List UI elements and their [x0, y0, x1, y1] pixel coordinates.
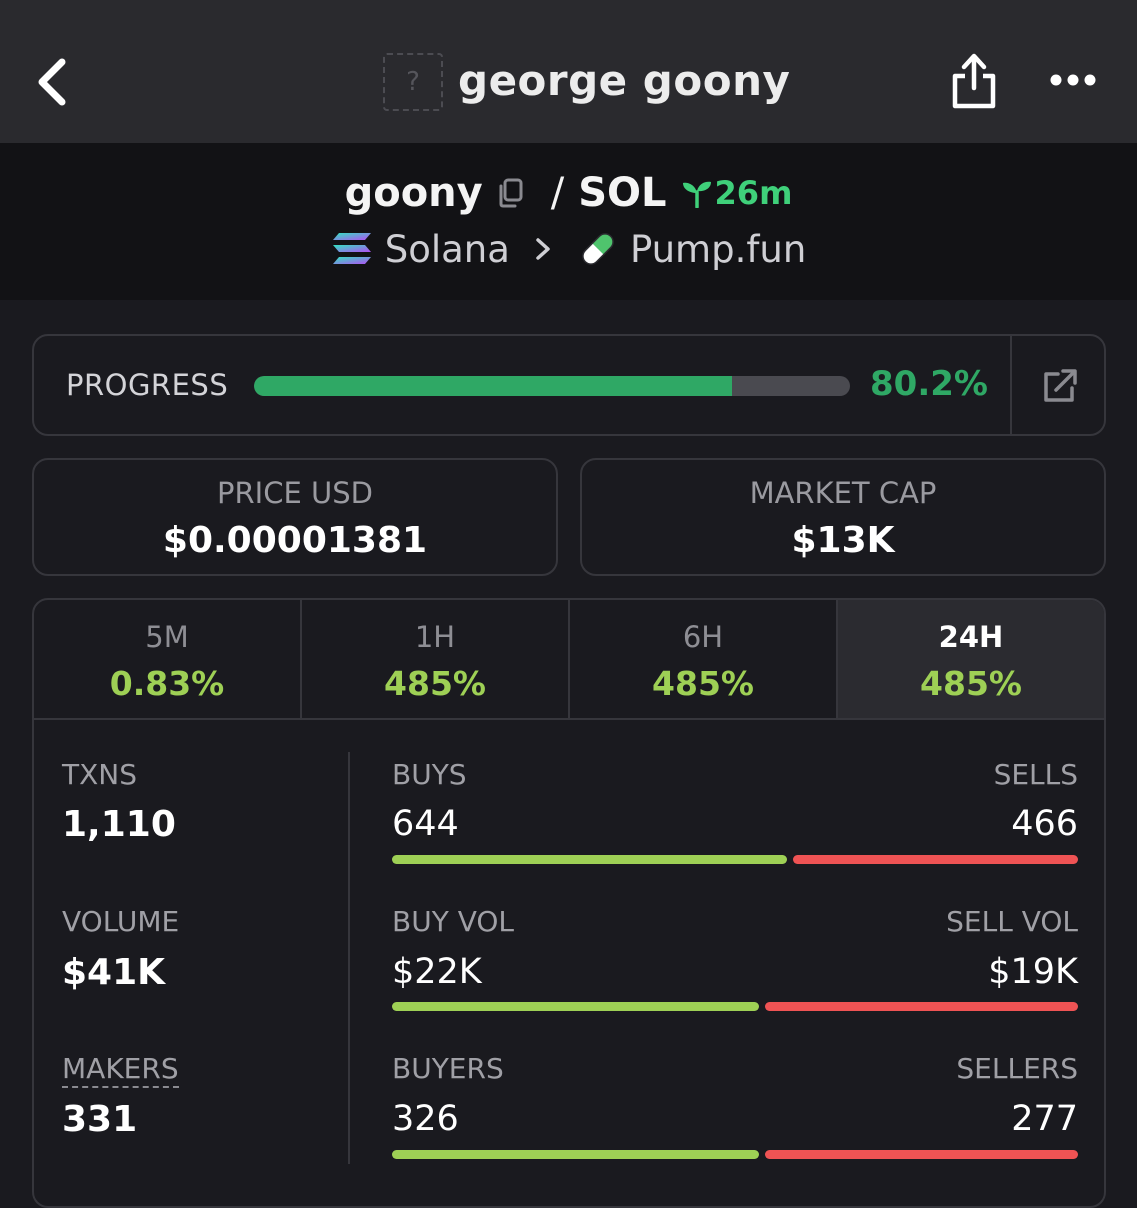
sells-label: SELLS — [993, 758, 1078, 791]
pair-age: 26m — [714, 174, 793, 212]
divider — [1010, 336, 1012, 436]
sells-bar — [793, 855, 1078, 864]
market-cap-label: MARKET CAP — [749, 476, 937, 510]
buyers-bar — [392, 1150, 759, 1159]
volume-label: VOLUME — [62, 905, 180, 938]
quote-symbol: SOL — [578, 170, 667, 216]
sells-value: 466 — [1011, 804, 1078, 844]
ellipsis-icon — [1050, 74, 1096, 86]
buy-vol-value: $22K — [392, 952, 482, 992]
tab-24h[interactable]: 24H 485% — [838, 600, 1104, 718]
txns-value: 1,110 — [62, 804, 176, 845]
pair-header — [0, 143, 1137, 300]
tab-6h[interactable]: 6H 485% — [570, 600, 838, 718]
price-value: $0.00001381 — [162, 520, 428, 561]
token-thumbnail: ? — [383, 53, 443, 111]
buys-bar — [392, 855, 787, 864]
makers-value: 331 — [62, 1099, 138, 1140]
progress-label: PROGRESS — [66, 368, 229, 402]
share-button[interactable] — [945, 50, 1003, 112]
tab-label: 1H — [414, 620, 456, 654]
open-external-button[interactable] — [1038, 366, 1082, 406]
price-card: PRICE USD $0.00001381 — [32, 458, 558, 576]
txns-label: TXNS — [62, 758, 138, 791]
sprout-icon — [682, 181, 711, 208]
makers-label-text: MAKERS — [62, 1052, 179, 1088]
market-cap-value: $13K — [791, 520, 895, 561]
buyers-label: BUYERS — [392, 1052, 504, 1085]
thumbnail-placeholder: ? — [406, 67, 420, 97]
tab-label: 6H — [682, 620, 724, 654]
progress-percent: 80.2% — [870, 364, 988, 404]
tab-5m[interactable]: 5M 0.83% — [34, 600, 302, 718]
tab-1h[interactable]: 1H 485% — [302, 600, 570, 718]
external-link-icon — [1044, 369, 1077, 402]
chevron-left-icon — [38, 58, 66, 106]
sellers-label: SELLERS — [956, 1052, 1078, 1085]
column-divider — [348, 752, 350, 1164]
tab-change: 0.83% — [109, 664, 225, 703]
top-bar: ? george goony — [0, 0, 1137, 143]
copy-icon[interactable] — [495, 177, 525, 209]
dex-name[interactable]: Pump.fun — [630, 228, 806, 271]
sellers-value: 277 — [1011, 1099, 1078, 1139]
buy-vol-bar — [392, 1002, 759, 1011]
tab-label: 24H — [938, 620, 1004, 654]
buys-value: 644 — [392, 804, 459, 844]
solana-icon[interactable] — [331, 231, 373, 267]
more-options-button[interactable] — [1048, 62, 1098, 98]
sell-vol-label: SELL VOL — [946, 905, 1078, 938]
buys-label: BUYS — [392, 758, 467, 791]
token-title: george goony — [458, 56, 791, 105]
progress-fill — [254, 376, 732, 396]
pair-age-badge: 26m — [681, 174, 793, 212]
tab-change: 485% — [384, 664, 486, 703]
sell-vol-bar — [765, 1002, 1078, 1011]
pill-icon[interactable] — [578, 229, 618, 269]
tab-label: 5M — [145, 620, 189, 654]
share-icon — [952, 53, 996, 109]
pair-separator: / — [550, 170, 565, 216]
tab-change: 485% — [920, 664, 1022, 703]
chain-breadcrumb: Solana Pump.fun — [0, 226, 1137, 272]
makers-label[interactable]: MAKERS — [62, 1052, 179, 1088]
tab-change: 485% — [652, 664, 754, 703]
pair-line: goony / SOL 26m — [0, 168, 1137, 218]
timeframe-stats-card: 5M 0.83% 1H 485% 6H 485% 24H 485% TXNS 1… — [32, 598, 1106, 1208]
progress-bar — [254, 376, 850, 396]
market-cap-card: MARKET CAP $13K — [580, 458, 1106, 576]
buy-vol-label: BUY VOL — [392, 905, 515, 938]
price-label: PRICE USD — [217, 476, 373, 510]
sell-vol-value: $19K — [988, 952, 1078, 992]
chevron-right-icon — [536, 238, 550, 260]
sellers-bar — [765, 1150, 1078, 1159]
timeframe-tabs: 5M 0.83% 1H 485% 6H 485% 24H 485% — [34, 600, 1104, 720]
buyers-value: 326 — [392, 1099, 459, 1139]
progress-card: PROGRESS 80.2% — [32, 334, 1106, 436]
base-symbol: goony — [344, 170, 483, 216]
back-button[interactable] — [30, 52, 80, 112]
volume-value: $41K — [62, 952, 166, 993]
chain-name[interactable]: Solana — [385, 228, 510, 271]
